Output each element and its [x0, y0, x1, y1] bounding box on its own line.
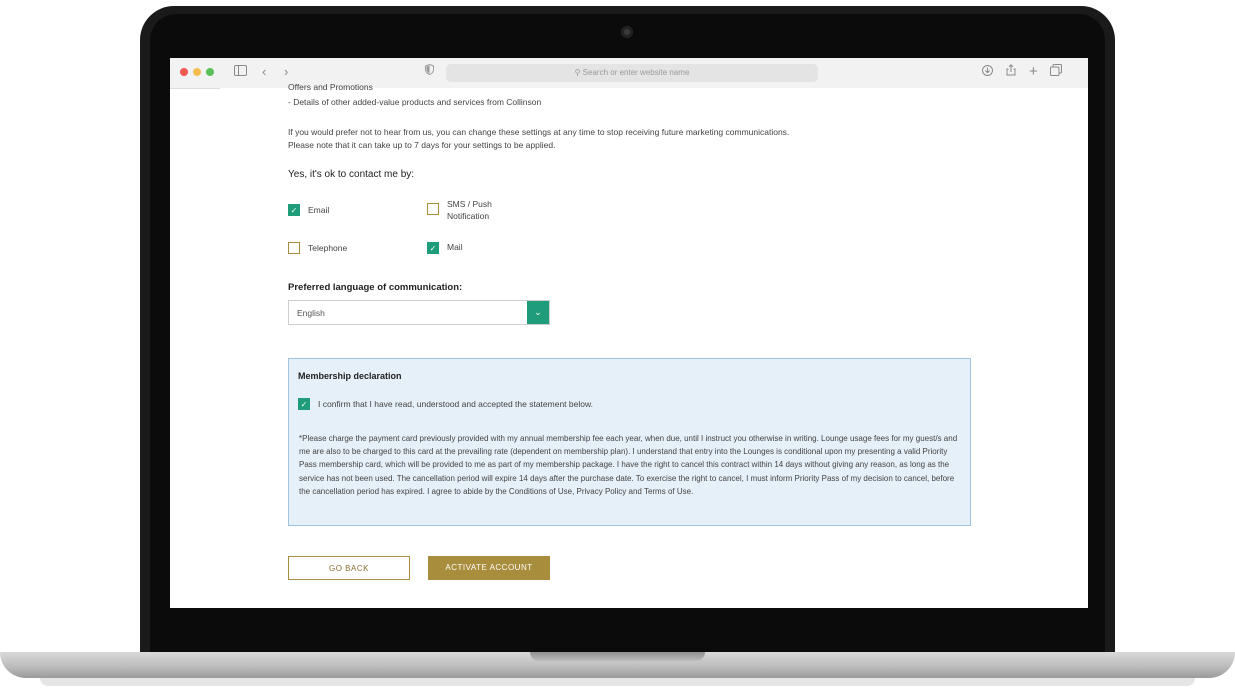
minimize-window-button[interactable]: [193, 68, 201, 76]
laptop-hinge-notch: [530, 652, 705, 661]
email-label: Email: [308, 205, 330, 215]
close-window-button[interactable]: [180, 68, 188, 76]
share-icon[interactable]: [1006, 64, 1016, 80]
declaration-confirm-label: I confirm that I have read, understood a…: [318, 399, 594, 409]
address-bar[interactable]: ⚲ Search or enter website name: [446, 64, 818, 82]
declaration-title: Membership declaration: [298, 371, 402, 381]
membership-declaration-panel: Membership declaration ✓ I confirm that …: [288, 358, 971, 526]
bezel-bottom: [150, 608, 1105, 654]
chevron-down-icon[interactable]: ⌄: [527, 301, 549, 324]
privacy-shield-icon[interactable]: [425, 63, 434, 81]
new-tab-icon[interactable]: +: [1029, 64, 1038, 80]
download-icon[interactable]: [982, 64, 993, 80]
collinson-products-text: - Details of other added-value products …: [288, 97, 542, 107]
contact-heading: Yes, it's ok to contact me by:: [288, 169, 415, 180]
laptop-shadow: [40, 678, 1195, 686]
webcam-icon: [621, 26, 633, 38]
language-select-value: English: [297, 308, 325, 318]
sms-push-label: SMS / Push Notification: [447, 199, 492, 221]
declaration-confirm-checkbox[interactable]: ✓: [298, 398, 310, 410]
language-select[interactable]: English ⌄: [288, 300, 550, 325]
email-checkbox[interactable]: ✓: [288, 204, 300, 216]
back-icon[interactable]: ‹: [262, 64, 266, 80]
maximize-window-button[interactable]: [206, 68, 214, 76]
declaration-statement: *Please charge the payment card previous…: [299, 434, 958, 496]
telephone-checkbox[interactable]: [288, 242, 300, 254]
language-heading: Preferred language of communication:: [288, 282, 463, 293]
activate-account-button[interactable]: ACTIVATE ACCOUNT: [428, 556, 550, 580]
go-back-button[interactable]: GO BACK: [288, 556, 410, 580]
sidebar-icon[interactable]: [234, 64, 247, 80]
forward-icon[interactable]: ›: [284, 64, 288, 80]
screen: ‹ › ⚲ Search or enter website name + Off…: [170, 58, 1088, 608]
mail-label: Mail: [447, 242, 463, 252]
sms-push-checkbox[interactable]: [427, 203, 439, 215]
mail-checkbox[interactable]: ✓: [427, 242, 439, 254]
opt-out-notice: If you would prefer not to hear from us,…: [288, 127, 790, 150]
telephone-label: Telephone: [308, 243, 348, 253]
page-content: Offers and Promotions - Details of other…: [220, 82, 1088, 608]
tabs-overview-icon[interactable]: [1050, 64, 1062, 80]
address-placeholder: Search or enter website name: [582, 68, 690, 77]
clipped-text-line: Offers and Promotions: [288, 82, 373, 92]
search-icon: ⚲: [574, 68, 581, 77]
